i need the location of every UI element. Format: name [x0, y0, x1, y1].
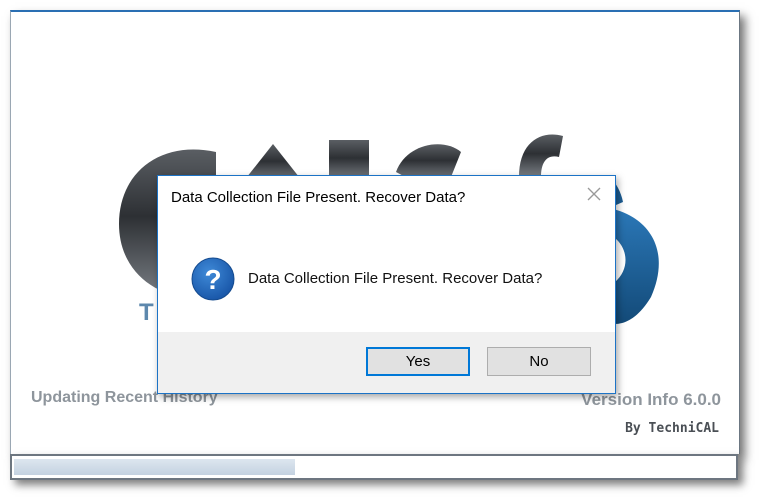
progress-fill — [14, 459, 295, 475]
no-button[interactable]: No — [487, 347, 591, 376]
recover-data-dialog: Data Collection File Present. Recover Da… — [157, 175, 616, 394]
close-icon[interactable] — [582, 182, 606, 206]
question-icon: ? — [191, 257, 235, 301]
dialog-button-bar: Yes No — [158, 332, 615, 393]
yes-button[interactable]: Yes — [366, 347, 470, 376]
byline-label: By TechniCAL — [625, 421, 719, 436]
dialog-message: Data Collection File Present. Recover Da… — [248, 270, 543, 287]
dialog-title: Data Collection File Present. Recover Da… — [171, 189, 466, 206]
screen: T Updating Recent History Version Info 6… — [0, 0, 760, 498]
loading-progress-bar — [10, 454, 738, 480]
svg-text:T: T — [139, 299, 154, 326]
svg-text:?: ? — [204, 264, 221, 295]
